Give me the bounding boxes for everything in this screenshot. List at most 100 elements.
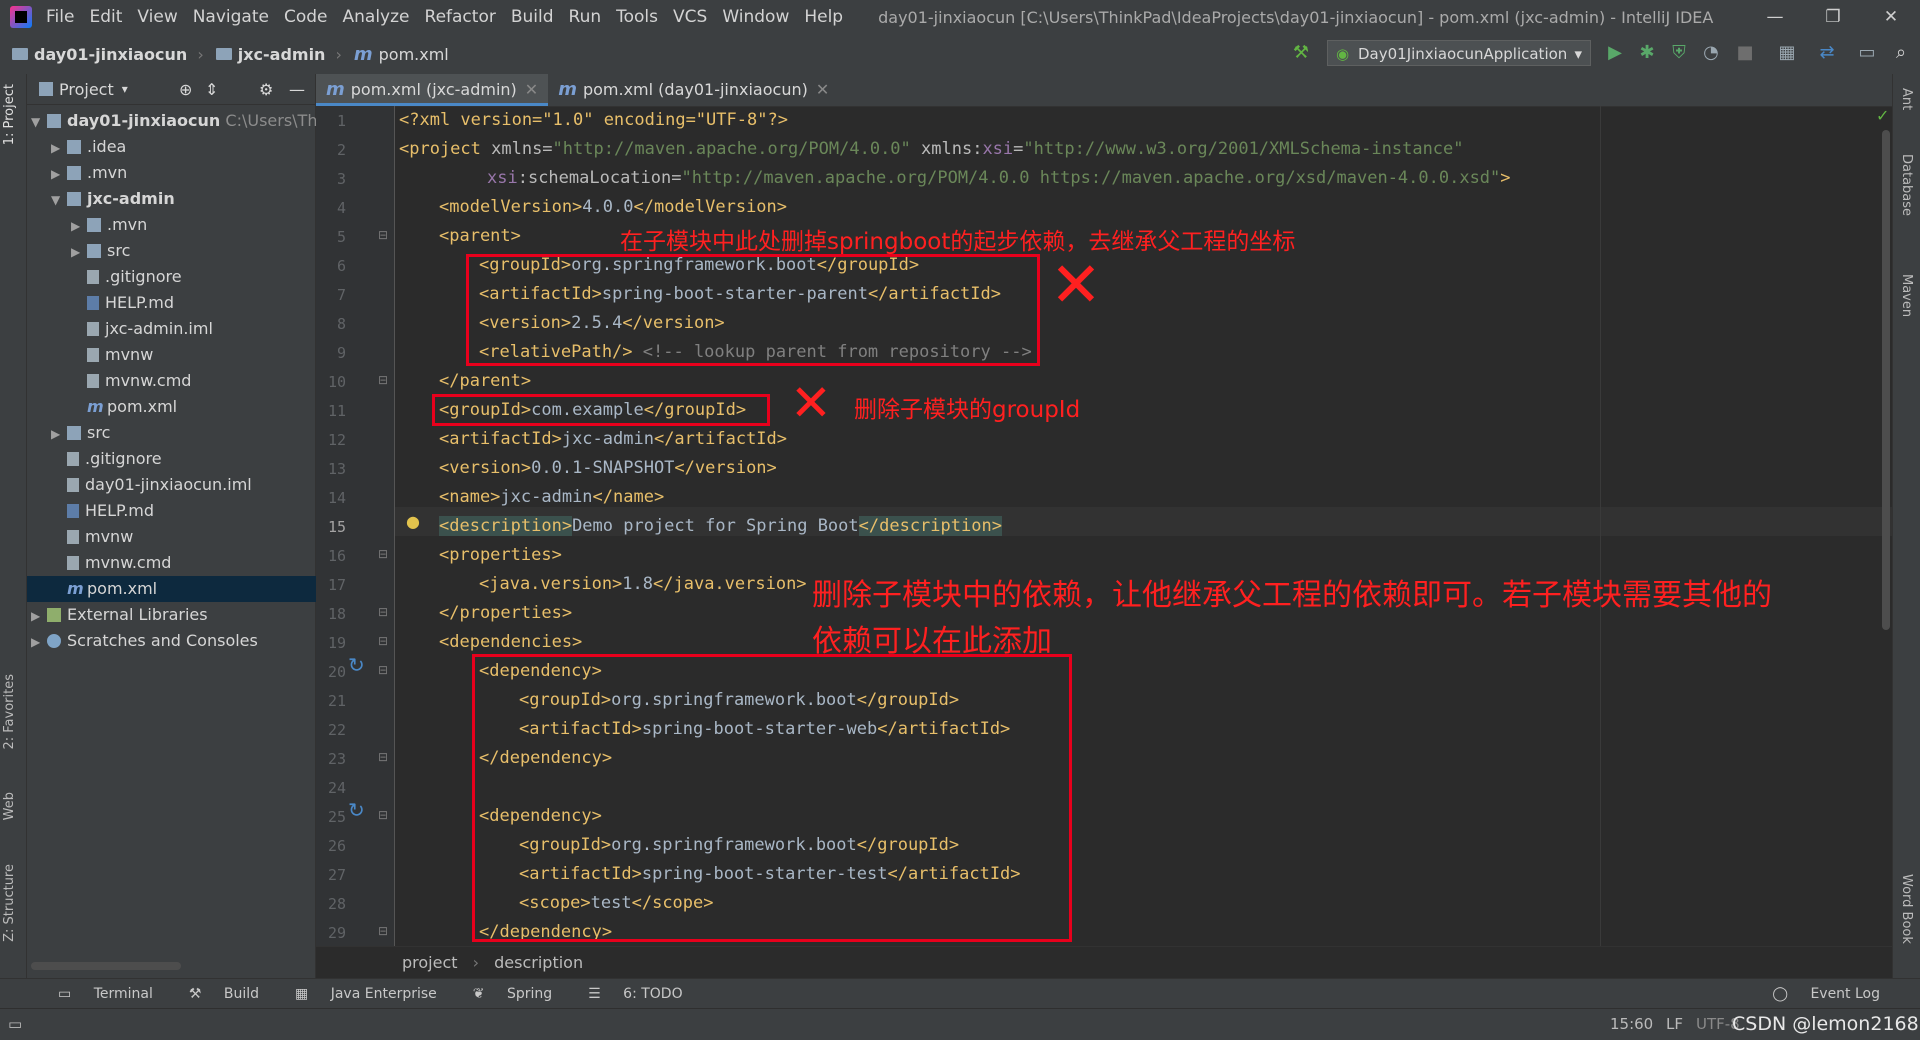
ant-tool-tab[interactable]: Ant (1899, 88, 1914, 110)
project-structure-icon[interactable]: ▦ (1776, 42, 1798, 64)
stop-icon[interactable]: ■ (1734, 42, 1756, 64)
vertical-scrollbar[interactable] (1882, 130, 1890, 630)
collapse-all-icon[interactable]: ⇕ (205, 80, 218, 99)
terminal-icon: ▭ (58, 986, 72, 1002)
tree-item-selected[interactable]: m pom.xml (27, 576, 355, 602)
fold-icon[interactable]: ⊟ (378, 750, 388, 764)
spring-bean-gutter-icon[interactable]: ↻ (348, 653, 365, 677)
tree-item[interactable]: ▼ jxc-admin (27, 186, 339, 212)
spring-boot-icon: ◉ (1336, 45, 1350, 63)
hammer-build-icon[interactable]: ⚒ (1290, 42, 1312, 64)
menu-refactor[interactable]: Refactor (425, 7, 496, 27)
maven-file-icon: m (67, 579, 84, 598)
coverage-icon[interactable]: ⛨ (1668, 42, 1690, 64)
script-file-icon (67, 530, 79, 544)
xml-breadcrumb-project[interactable]: project (402, 953, 458, 972)
title-bar: File Edit View Navigate Code Analyze Ref… (0, 0, 1920, 34)
horizontal-scrollbar[interactable] (31, 962, 181, 970)
menu-edit[interactable]: Edit (89, 7, 122, 27)
chevron-right-icon: ▶ (31, 635, 41, 649)
profile-icon[interactable]: ◔ (1700, 42, 1722, 64)
database-tool-tab[interactable]: Database (1899, 154, 1914, 216)
tree-item[interactable]: ▶ External Libraries (27, 602, 319, 628)
project-tool-tab[interactable]: 1: Project (2, 84, 17, 145)
search-icon[interactable]: ⌕ (1890, 42, 1912, 64)
fold-icon[interactable]: ⊟ (378, 808, 388, 822)
layout-icon[interactable]: ▭ (1856, 42, 1878, 64)
menu-help[interactable]: Help (804, 7, 843, 27)
line-number: 4 (336, 199, 346, 217)
code-line: <parent> (439, 226, 521, 246)
xml-breadcrumb-description[interactable]: description (494, 953, 583, 972)
tree-item[interactable]: ▶ .mvn (27, 160, 339, 186)
project-view-select[interactable]: Project (59, 80, 114, 99)
menu-view[interactable]: View (137, 7, 177, 27)
spring-bean-gutter-icon[interactable]: ↻ (348, 798, 365, 822)
code-line: <dependencies> (439, 632, 583, 652)
todo-tool-button[interactable]: ☰ 6: TODO (570, 986, 682, 1002)
close-icon[interactable]: ✕ (525, 80, 538, 99)
close-icon[interactable]: ✕ (816, 80, 829, 99)
structure-tool-tab[interactable]: Z: Structure (2, 864, 17, 942)
chevron-right-icon: › (335, 44, 342, 64)
word-book-tool-tab[interactable]: Word Book (1899, 874, 1914, 944)
menu-analyze[interactable]: Analyze (343, 7, 410, 27)
tab-pom-day01[interactable]: m pom.xml (day01-jinxiaocun) ✕ (548, 74, 839, 106)
menu-run[interactable]: Run (569, 7, 602, 27)
caret-position[interactable]: 15:60 (1610, 1015, 1653, 1033)
menu-file[interactable]: File (46, 7, 74, 27)
line-separator[interactable]: LF (1666, 1015, 1683, 1033)
tool-windows-toggle-icon[interactable]: ▭ (8, 1015, 22, 1033)
menu-navigate[interactable]: Navigate (193, 7, 269, 27)
build-tool-button[interactable]: ⚒ Build (171, 986, 259, 1002)
favorites-tool-tab[interactable]: 2: Favorites (2, 674, 17, 750)
web-tool-tab[interactable]: Web (2, 792, 17, 820)
close-button[interactable]: ✕ (1862, 0, 1920, 34)
menu-vcs[interactable]: VCS (673, 7, 707, 27)
tree-item[interactable]: ▶ src (27, 238, 359, 264)
fold-icon[interactable]: ⊟ (378, 924, 388, 938)
terminal-tool-button[interactable]: ▭ Terminal (40, 986, 153, 1002)
breadcrumb-file[interactable]: m pom.xml (354, 44, 449, 65)
tree-item[interactable]: day01-jinxiaocun.iml (27, 472, 355, 498)
minimize-button[interactable]: — (1746, 0, 1804, 34)
event-log-button[interactable]: ◯ Event Log (1754, 986, 1880, 1002)
tree-item[interactable]: ▶ src (27, 420, 339, 446)
fold-icon[interactable]: ⊟ (378, 663, 388, 677)
breadcrumb-project[interactable]: day01-jinxiaocun (12, 45, 187, 64)
menu-code[interactable]: Code (284, 7, 328, 27)
tree-item[interactable]: .gitignore (27, 446, 355, 472)
maven-tool-tab[interactable]: Maven (1899, 274, 1914, 317)
line-number: 26 (327, 837, 346, 855)
chevron-down-icon[interactable]: ▾ (122, 82, 128, 96)
tree-item[interactable]: ▶ .mvn (27, 212, 359, 238)
fold-icon[interactable]: ⊟ (378, 228, 388, 242)
fold-icon[interactable]: ⊟ (378, 634, 388, 648)
java-enterprise-tool-button[interactable]: ▦ Java Enterprise (277, 986, 437, 1002)
tree-item[interactable]: mvnw.cmd (27, 550, 355, 576)
gear-icon[interactable]: ⚙ (259, 80, 273, 99)
translate-icon[interactable]: ⇄ (1816, 42, 1838, 64)
spring-tool-button[interactable]: ❦ Spring (455, 986, 552, 1002)
run-configuration-select[interactable]: ◉ Day01JinxiaocunApplication ▾ (1327, 40, 1591, 66)
fold-icon[interactable]: ⊟ (378, 547, 388, 561)
restore-button[interactable]: ❐ (1804, 0, 1862, 34)
menu-build[interactable]: Build (511, 7, 554, 27)
speech-bubble-icon: ◯ (1772, 986, 1788, 1002)
tree-item[interactable]: HELP.md (27, 498, 355, 524)
line-number: 19 (327, 634, 346, 652)
tree-item[interactable]: ▶ .idea (27, 134, 339, 160)
run-icon[interactable]: ▶ (1604, 42, 1626, 64)
locate-icon[interactable]: ⊕ (179, 80, 192, 99)
tree-item[interactable]: ▶ Scratches and Consoles (27, 628, 319, 654)
tab-pom-jxc-admin[interactable]: m pom.xml (jxc-admin) ✕ (316, 74, 549, 106)
fold-icon[interactable]: ⊟ (378, 605, 388, 619)
breadcrumb-module[interactable]: jxc-admin (215, 45, 325, 64)
tree-item[interactable]: ▼day01-jinxiaocun C:\Users\Thin (27, 108, 319, 134)
hide-panel-icon[interactable]: — (289, 80, 305, 99)
fold-icon[interactable]: ⊟ (378, 373, 388, 387)
menu-window[interactable]: Window (722, 7, 789, 27)
menu-tools[interactable]: Tools (616, 7, 658, 27)
debug-icon[interactable]: ✱ (1636, 42, 1658, 64)
tree-item[interactable]: mvnw (27, 524, 355, 550)
